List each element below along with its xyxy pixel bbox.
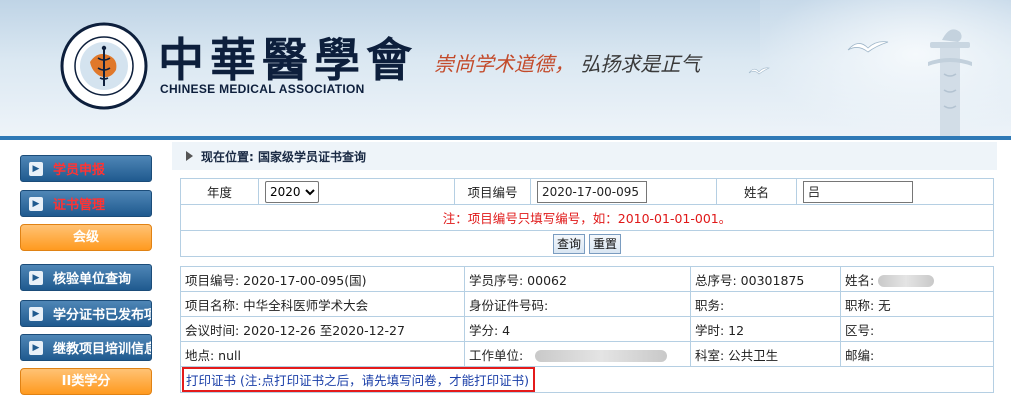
meeting-time-cell: 会议时间: 2020-12-26 至2020-12-27 — [180, 316, 465, 342]
department-cell: 科室: 公共卫生 — [690, 341, 841, 367]
triangle-right-icon — [186, 151, 193, 161]
workplace-label: 工作单位: — [469, 347, 524, 363]
redacted-workplace — [535, 350, 668, 362]
student-number-cell: 学员序号: 00062 — [464, 266, 691, 292]
project-name-cell: 项目名称: 中华全科医师学术大会 — [180, 291, 465, 317]
project-number-label: 项目编号 — [454, 178, 531, 205]
project-number-input[interactable] — [537, 180, 647, 203]
id-number-cell: 身份证件号码: — [464, 291, 691, 317]
certificate-result-table: 项目编号: 2020-17-00-095(国) 学员序号: 00062 总序号:… — [180, 266, 994, 393]
table-row: 项目名称: 中华全科医师学术大会 身份证件号码: 职务: 职称: 无 — [180, 291, 994, 317]
workplace-cell: 工作单位: — [464, 341, 691, 367]
year-label: 年度 — [180, 178, 259, 205]
area-code-cell: 区号: — [840, 316, 994, 342]
cma-chinese-title: 中華醫學會 — [158, 33, 418, 87]
sidebar-item-certificate-management[interactable]: ▶ 证书管理 — [20, 190, 152, 217]
name-cell-label: 姓名: — [845, 272, 875, 288]
table-row: 打印证书 (注:点打印证书之后，请先填写问卷，才能打印证书) — [180, 366, 994, 393]
sidebar-item-training-info-query[interactable]: ▶ 继教项目培训信息查询 — [20, 334, 152, 361]
sidebar-section-national-level[interactable]: 会级 — [20, 224, 152, 251]
project-number-cell: 项目编号: 2020-17-00-095(国) — [180, 266, 465, 292]
query-note: 注：项目编号只填写编号，如：2010-01-01-001。 — [180, 204, 994, 231]
sidebar-item-label: 核验单位查询 — [53, 272, 132, 287]
duty-cell: 职务: — [690, 291, 841, 317]
cma-seal-logo — [60, 22, 148, 110]
credit-cell: 学分: 4 — [464, 316, 691, 342]
table-row: 会议时间: 2020-12-26 至2020-12-27 学分: 4 学时: 1… — [180, 316, 994, 342]
table-row: 项目编号: 2020-17-00-095(国) 学员序号: 00062 总序号:… — [180, 266, 994, 292]
name-input[interactable] — [803, 180, 913, 203]
table-row: 地点: null 工作单位: 科室: 公共卫生 邮编: — [180, 341, 994, 367]
print-certificate-link[interactable]: 打印证书 — [186, 373, 236, 388]
breadcrumb-text: 现在位置: 国家级学员证书查询 — [201, 149, 366, 164]
reset-button[interactable]: 重置 — [588, 233, 621, 254]
print-certificate-highlight: 打印证书 (注:点打印证书之后，请先填写问卷，才能打印证书) — [182, 367, 535, 392]
seagull-icon — [847, 41, 889, 53]
cma-english-title: CHINESE MEDICAL ASSOCIATION — [160, 82, 365, 96]
motto-slogan: 崇尚学术道德， 弘扬求是正气 — [434, 48, 700, 77]
redacted-name — [878, 275, 935, 287]
sidebar-item-student-apply[interactable]: ▶ 学员申报 — [20, 155, 152, 182]
year-select[interactable]: 2020 — [265, 180, 319, 203]
chevron-right-icon: ▶ — [29, 270, 43, 285]
location-cell: 地点: null — [180, 341, 465, 367]
professional-title-cell: 职称: 无 — [840, 291, 994, 317]
sidebar-section-class-ii-credits[interactable]: II类学分 — [20, 368, 152, 395]
study-hours-cell: 学时: 12 — [690, 316, 841, 342]
motto-dark-part: 弘扬求是正气 — [580, 52, 701, 76]
sidebar: ▶ 学员申报 ▶ 证书管理 会级 ▶ 核验单位查询 ▶ 学分证书已发布项目 ▶ … — [0, 140, 168, 404]
total-number-cell: 总序号: 00301875 — [690, 266, 841, 292]
chevron-right-icon: ▶ — [29, 306, 43, 321]
chevron-right-icon: ▶ — [29, 196, 43, 211]
chevron-right-icon: ▶ — [29, 340, 43, 355]
sidebar-item-published-projects[interactable]: ▶ 学分证书已发布项目 — [20, 300, 152, 327]
breadcrumb: 现在位置: 国家级学员证书查询 — [172, 142, 997, 170]
seagull-small-icon — [748, 67, 770, 75]
sidebar-item-verify-unit-query[interactable]: ▶ 核验单位查询 — [20, 264, 152, 291]
sidebar-item-label: 证书管理 — [53, 198, 106, 213]
huabiao-pillar-icon — [928, 29, 972, 136]
print-certificate-note: (注:点打印证书之后，请先填写问卷，才能打印证书) — [240, 373, 529, 388]
header-banner: 中華醫學會 CHINESE MEDICAL ASSOCIATION 崇尚学术道德… — [0, 0, 1011, 136]
sidebar-item-label: 学员申报 — [53, 163, 106, 178]
search-button[interactable]: 查询 — [552, 233, 585, 254]
name-label: 姓名 — [716, 178, 797, 205]
chevron-right-icon: ▶ — [29, 161, 43, 176]
main-content: 现在位置: 国家级学员证书查询 年度 2020 项目编号 姓名 注：项目编号只填… — [172, 140, 1011, 404]
sidebar-item-label: 继教项目培训信息查询 — [53, 342, 151, 357]
query-form: 年度 2020 项目编号 姓名 注：项目编号只填写编号，如：2010-01-01… — [180, 178, 994, 257]
name-cell: 姓名: — [840, 266, 994, 292]
sidebar-item-label: 学分证书已发布项目 — [53, 308, 151, 323]
motto-red-part: 崇尚学术道德， — [434, 52, 574, 76]
postcode-cell: 邮编: — [840, 341, 994, 367]
